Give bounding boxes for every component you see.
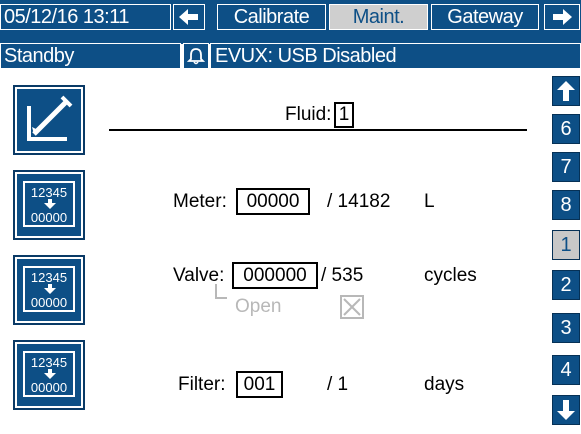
back-button[interactable] — [173, 4, 205, 30]
side-item-7[interactable]: 7 — [552, 152, 580, 182]
x-icon — [343, 298, 361, 316]
alarm-indicator[interactable] — [183, 43, 209, 69]
valve-open-label: Open — [235, 296, 282, 317]
fluid-value: 1 — [338, 104, 350, 125]
alert-text: EVUX: USB Disabled — [215, 44, 397, 67]
tab-calibrate[interactable]: Calibrate — [217, 4, 326, 30]
arrow-down-icon — [557, 400, 575, 420]
reset-meter-button[interactable]: 12345 00000 — [13, 170, 85, 240]
valve-open-checkbox[interactable] — [340, 295, 364, 319]
reset-icon-top: 12345 — [30, 185, 68, 200]
reset-icon-top: 12345 — [30, 355, 68, 370]
fluid-label: Fluid: — [285, 104, 332, 125]
edit-button[interactable] — [13, 85, 85, 155]
filter-label: Filter: — [178, 374, 226, 395]
reset-filter-button[interactable]: 12345 00000 — [13, 340, 85, 410]
reset-icon-bottom: 00000 — [30, 380, 68, 395]
filter-unit: days — [424, 374, 465, 395]
datetime-text: 05/12/16 13:11 — [4, 5, 129, 28]
tab-gateway-label: Gateway — [447, 5, 523, 28]
arrow-right-icon — [553, 9, 572, 25]
meter-label: Meter: — [173, 191, 227, 212]
side-item-1[interactable]: 1 — [552, 230, 580, 260]
forward-button[interactable] — [544, 4, 580, 30]
reset-icon-top: 12345 — [30, 270, 68, 285]
alert-text-cell[interactable]: EVUX: USB Disabled — [210, 43, 581, 69]
tab-gateway[interactable]: Gateway — [431, 4, 539, 30]
side-item-label: 1 — [560, 233, 572, 256]
side-item-label: 4 — [560, 358, 572, 381]
tab-calibrate-label: Calibrate — [233, 5, 310, 28]
divider — [109, 129, 527, 131]
arrow-down-small-icon — [44, 199, 56, 209]
filter-total: / 1 — [327, 374, 349, 395]
side-item-2[interactable]: 2 — [552, 270, 580, 300]
side-item-6[interactable]: 6 — [552, 114, 580, 144]
side-item-label: 2 — [560, 273, 572, 296]
meter-field[interactable]: 00000 — [236, 188, 310, 215]
arrow-left-icon — [179, 9, 198, 25]
arrow-down-small-icon — [44, 284, 56, 294]
side-item-label: 8 — [560, 193, 572, 216]
valve-total: / 535 — [321, 265, 364, 286]
valve-field[interactable]: 000000 — [232, 262, 318, 289]
tab-maint[interactable]: Maint. — [329, 4, 428, 30]
side-item-3[interactable]: 3 — [552, 313, 580, 343]
meter-total: / 14182 — [327, 191, 391, 212]
datetime: 05/12/16 13:11 — [0, 4, 171, 30]
tab-maint-label: Maint. — [352, 5, 405, 28]
side-item-label: 7 — [560, 155, 572, 178]
arrow-up-icon — [557, 81, 575, 101]
side-item-label: 6 — [560, 117, 572, 140]
tree-connector — [215, 284, 227, 299]
meter-unit: L — [424, 191, 435, 212]
side-item-8[interactable]: 8 — [552, 190, 580, 220]
fluid-field[interactable]: 1 — [334, 102, 354, 128]
reset-icon-bottom: 00000 — [30, 295, 68, 310]
filter-field[interactable]: 001 — [236, 371, 283, 398]
reset-valve-button[interactable]: 12345 00000 — [13, 255, 85, 325]
side-item-label: 3 — [560, 316, 572, 339]
reset-counter-icon: 12345 00000 — [23, 351, 75, 397]
scroll-down-button[interactable] — [552, 395, 580, 425]
reset-counter-icon: 12345 00000 — [23, 266, 75, 312]
side-item-4[interactable]: 4 — [552, 355, 580, 385]
status-text: Standby — [4, 44, 74, 67]
arrow-down-small-icon — [44, 369, 56, 379]
reset-counter-icon: 12345 00000 — [23, 181, 75, 227]
valve-unit: cycles — [424, 265, 477, 286]
bell-icon — [187, 48, 205, 65]
valve-value: 000000 — [243, 264, 307, 286]
reset-icon-bottom: 00000 — [30, 210, 68, 225]
filter-value: 001 — [243, 373, 276, 395]
edit-icon — [27, 95, 73, 141]
status-cell: Standby — [0, 43, 181, 69]
scroll-up-button[interactable] — [552, 76, 580, 106]
meter-value: 00000 — [246, 190, 300, 212]
